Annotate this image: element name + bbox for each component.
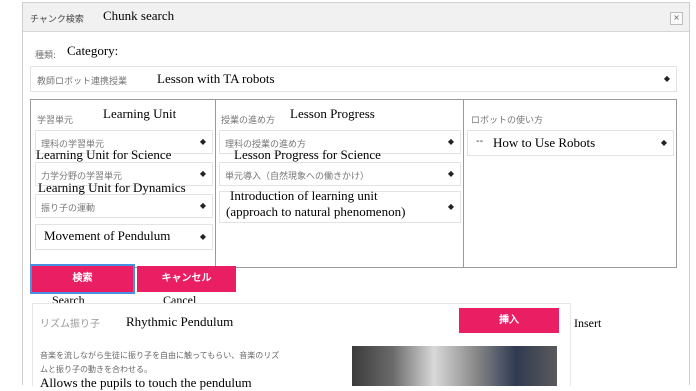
- result-title-en: Rhythmic Pendulum: [126, 314, 234, 329]
- chevron-down-icon: ◆: [447, 137, 454, 146]
- lesson-progress-select-2-jp: 単元導入（自然現象への働きかけ）: [225, 172, 370, 182]
- insert-button[interactable]: 挿入: [459, 308, 559, 333]
- learning-unit-select-3-en: Movement of Pendulum: [44, 228, 171, 243]
- dialog-title-jp: チャンク検索: [30, 15, 84, 25]
- close-icon: ×: [673, 13, 680, 22]
- result-description-jp-line2: ムと振り子の動きを合わせる。: [40, 365, 152, 374]
- cancel-button-label: キャンセル: [161, 273, 212, 284]
- dialog-title-bar: チャンク検索 Chunk search ×: [23, 3, 689, 32]
- close-button[interactable]: ×: [670, 12, 683, 25]
- lesson-progress-header-jp: 授業の進め方: [221, 116, 276, 126]
- learning-unit-header-jp: 学習単元: [37, 116, 74, 126]
- chevron-down-icon: ◆: [663, 74, 670, 83]
- insert-button-caption: Insert: [574, 316, 602, 330]
- learning-unit-select-2-en: Learning Unit for Dynamics: [38, 180, 186, 195]
- robot-usage-select-en: How to Use Robots: [493, 135, 596, 150]
- lesson-progress-select-1-en: Lesson Progress for Science: [234, 147, 381, 162]
- category-label-jp: 種類:: [35, 51, 57, 61]
- learning-unit-header-en: Learning Unit: [103, 106, 177, 121]
- chevron-down-icon: ◆: [199, 169, 206, 178]
- robot-usage-header-jp: ロボットの使い方: [471, 116, 544, 126]
- category-selected-jp: 教師ロボット連携授業: [37, 77, 128, 87]
- result-description-en: Allows the pupils to touch the pendulum: [40, 375, 252, 390]
- lesson-progress-header-en: Lesson Progress: [290, 106, 375, 121]
- chevron-down-icon: ◆: [447, 169, 454, 178]
- chevron-down-icon: ◆: [199, 232, 206, 241]
- lesson-progress-select-2-en-line2: (approach to natural phenomenon): [226, 204, 406, 219]
- category-selected-en: Lesson with TA robots: [157, 71, 275, 86]
- search-button-label: 検索: [72, 273, 93, 284]
- result-thumbnail-image[interactable]: [352, 346, 557, 386]
- column-divider: [463, 100, 464, 267]
- learning-unit-select-3[interactable]: 振り子の運動 ◆: [35, 194, 213, 218]
- category-select[interactable]: 教師ロボット連携授業 ◆: [30, 66, 677, 92]
- lesson-progress-select-2[interactable]: 単元導入（自然現象への働きかけ） ◆: [219, 162, 461, 186]
- insert-button-label: 挿入: [499, 315, 519, 326]
- category-label-en: Category:: [67, 43, 119, 58]
- result-title-jp: リズム振り子: [40, 319, 100, 330]
- search-button[interactable]: 検索: [32, 266, 133, 292]
- chevron-down-icon: ◆: [199, 201, 206, 210]
- column-divider: [215, 100, 216, 267]
- chevron-down-icon: ◆: [660, 138, 667, 147]
- learning-unit-select-1-en: Learning Unit for Science: [36, 147, 172, 162]
- dialog-title-en: Chunk search: [103, 8, 175, 23]
- chevron-down-icon: ◆: [199, 137, 206, 146]
- chevron-down-icon: ◆: [447, 202, 454, 211]
- lesson-progress-select-2-en-line1: Introduction of learning unit: [230, 188, 378, 203]
- learning-unit-select-3-jp: 振り子の運動: [41, 204, 96, 214]
- cancel-button[interactable]: キャンセル: [137, 266, 236, 292]
- robot-usage-select-value: --: [476, 136, 484, 147]
- result-description-jp-line1: 音楽を流しながら生徒に振り子を自由に触ってもらい、音楽のリズ: [40, 351, 280, 360]
